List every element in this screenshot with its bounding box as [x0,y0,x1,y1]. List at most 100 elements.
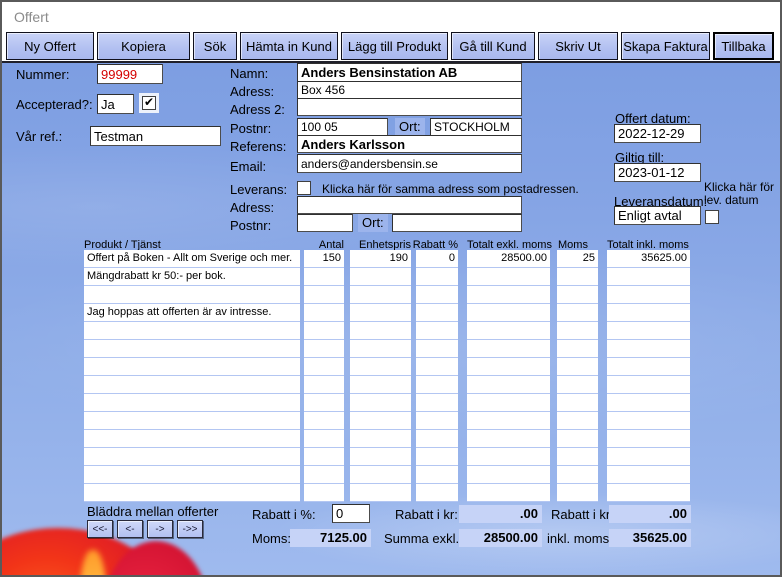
grid-cell-moms-row-2[interactable] [557,286,598,304]
rabatt-pct-input[interactable] [332,504,370,523]
grid-cell-antal-row-2[interactable] [304,286,344,304]
grid-cell-rabatt-row-3[interactable] [416,304,458,322]
grid-cell-exkl-row-4[interactable] [467,322,550,340]
grid-cell-rabatt-row-10[interactable] [416,430,458,448]
grid-cell-moms-row-8[interactable] [557,394,598,412]
previous-record-button[interactable]: <- [117,520,143,538]
grid-cell-enhetspris-row-6[interactable] [350,358,411,376]
grid-cell-antal-row-12[interactable] [304,466,344,484]
grid-cell-inkl-row-10[interactable] [607,430,690,448]
grid-cell-rabatt-row-0[interactable]: 0 [416,250,458,268]
giltig-till-input[interactable] [614,163,701,182]
grid-cell-enhetspris-row-8[interactable] [350,394,411,412]
adress2-input[interactable] [297,98,522,116]
last-record-button[interactable]: ->> [177,520,203,538]
grid-cell-antal-row-1[interactable] [304,268,344,286]
grid-cell-enhetspris-row-5[interactable] [350,340,411,358]
grid-cell-exkl-row-3[interactable] [467,304,550,322]
grid-cell-moms-row-1[interactable] [557,268,598,286]
ort-input[interactable] [430,118,522,136]
grid-cell-moms-row-7[interactable] [557,376,598,394]
grid-cell-rabatt-row-12[interactable] [416,466,458,484]
first-record-button[interactable]: <<- [87,520,113,538]
ga-till-kund-button[interactable]: Gå till Kund [451,32,535,60]
grid-cell-enhetspris-row-3[interactable] [350,304,411,322]
grid-cell-moms-row-3[interactable] [557,304,598,322]
grid-cell-produkt-row-8[interactable] [84,394,300,412]
grid-cell-enhetspris-row-11[interactable] [350,448,411,466]
grid-cell-inkl-row-3[interactable] [607,304,690,322]
offert-datum-input[interactable] [614,124,701,143]
grid-cell-moms-row-12[interactable] [557,466,598,484]
grid-cell-exkl-row-2[interactable] [467,286,550,304]
grid-cell-exkl-row-11[interactable] [467,448,550,466]
grid-cell-produkt-row-11[interactable] [84,448,300,466]
grid-cell-rabatt-row-11[interactable] [416,448,458,466]
namn-input[interactable] [297,63,522,82]
grid-cell-produkt-row-7[interactable] [84,376,300,394]
adress-input[interactable] [297,81,522,99]
grid-cell-enhetspris-row-7[interactable] [350,376,411,394]
leverans-postnr-input[interactable] [297,214,353,232]
same-address-checkbox[interactable] [297,181,311,195]
grid-cell-rabatt-row-1[interactable] [416,268,458,286]
grid-cell-rabatt-row-4[interactable] [416,322,458,340]
grid-cell-moms-row-13[interactable] [557,484,598,502]
grid-cell-exkl-row-7[interactable] [467,376,550,394]
grid-cell-produkt-row-4[interactable] [84,322,300,340]
grid-cell-produkt-row-3[interactable]: Jag hoppas att offerten är av intresse. [84,304,300,322]
grid-cell-inkl-row-1[interactable] [607,268,690,286]
grid-cell-enhetspris-row-2[interactable] [350,286,411,304]
accepterad-checkbox[interactable]: ✔ [142,96,156,110]
var-ref-input[interactable] [90,126,221,146]
nummer-input[interactable] [97,64,163,84]
grid-cell-inkl-row-7[interactable] [607,376,690,394]
email-input[interactable] [297,154,522,173]
grid-cell-rabatt-row-7[interactable] [416,376,458,394]
leveransdatum-input[interactable] [614,206,701,225]
grid-cell-antal-row-0[interactable]: 150 [304,250,344,268]
skapa-faktura-button[interactable]: Skapa Faktura [621,32,710,60]
grid-cell-enhetspris-row-12[interactable] [350,466,411,484]
grid-cell-inkl-row-4[interactable] [607,322,690,340]
referens-input[interactable] [297,135,522,153]
next-record-button[interactable]: -> [147,520,173,538]
grid-cell-inkl-row-5[interactable] [607,340,690,358]
grid-cell-rabatt-row-13[interactable] [416,484,458,502]
grid-cell-moms-row-11[interactable] [557,448,598,466]
leverans-adress-input[interactable] [297,196,522,214]
grid-cell-exkl-row-6[interactable] [467,358,550,376]
sok-button[interactable]: Sök [193,32,237,60]
leverans-ort-input[interactable] [392,214,522,232]
grid-cell-rabatt-row-2[interactable] [416,286,458,304]
grid-cell-exkl-row-12[interactable] [467,466,550,484]
grid-cell-moms-row-4[interactable] [557,322,598,340]
grid-cell-inkl-row-11[interactable] [607,448,690,466]
lagg-till-produkt-button[interactable]: Lägg till Produkt [341,32,448,60]
grid-cell-produkt-row-13[interactable] [84,484,300,502]
grid-cell-produkt-row-9[interactable] [84,412,300,430]
grid-cell-antal-row-5[interactable] [304,340,344,358]
grid-cell-exkl-row-1[interactable] [467,268,550,286]
lev-datum-checkbox[interactable] [705,210,719,224]
hamta-in-kund-button[interactable]: Hämta in Kund [240,32,338,60]
grid-cell-antal-row-10[interactable] [304,430,344,448]
grid-cell-inkl-row-9[interactable] [607,412,690,430]
grid-cell-antal-row-6[interactable] [304,358,344,376]
grid-cell-antal-row-4[interactable] [304,322,344,340]
grid-cell-moms-row-0[interactable]: 25 [557,250,598,268]
grid-cell-produkt-row-2[interactable] [84,286,300,304]
ny-offert-button[interactable]: Ny Offert [6,32,94,60]
grid-cell-exkl-row-0[interactable]: 28500.00 [467,250,550,268]
grid-cell-inkl-row-13[interactable] [607,484,690,502]
grid-cell-produkt-row-10[interactable] [84,430,300,448]
grid-cell-exkl-row-9[interactable] [467,412,550,430]
grid-cell-exkl-row-5[interactable] [467,340,550,358]
grid-cell-exkl-row-10[interactable] [467,430,550,448]
skriv-ut-button[interactable]: Skriv Ut [538,32,618,60]
grid-cell-produkt-row-12[interactable] [84,466,300,484]
grid-cell-produkt-row-1[interactable]: Mängdrabatt kr 50:- per bok. [84,268,300,286]
grid-cell-antal-row-9[interactable] [304,412,344,430]
grid-cell-inkl-row-8[interactable] [607,394,690,412]
grid-cell-enhetspris-row-1[interactable] [350,268,411,286]
